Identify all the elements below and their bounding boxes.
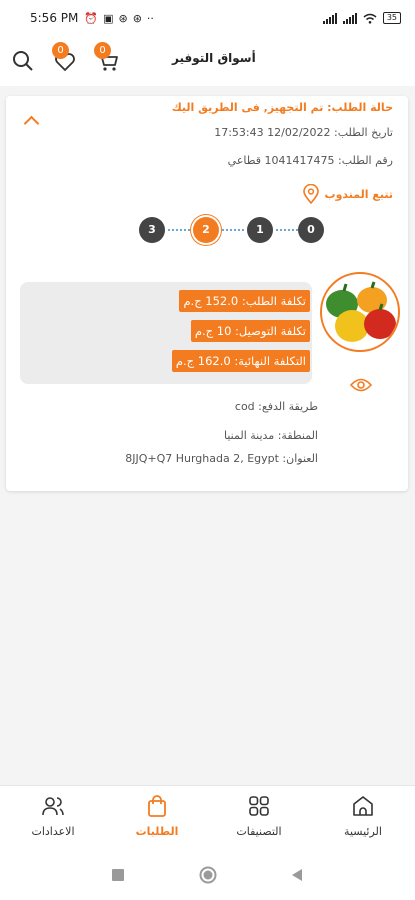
favorites-badge: 0 [52, 42, 69, 59]
search-icon[interactable] [12, 50, 34, 72]
nav-orders-label: الطلبات [135, 825, 179, 838]
nav-settings-label: الاعدادات [31, 825, 75, 838]
step-connector [222, 229, 244, 231]
nav-categories[interactable]: التصنيفات [214, 794, 304, 838]
progress-step-active: 2 [193, 217, 219, 243]
nav-home[interactable]: الرئيسية [318, 794, 408, 838]
cart-badge: 0 [94, 42, 111, 59]
battery-icon: 35 [382, 12, 401, 24]
delivery-address: العنوان: 8JJQ+Q7 Hurghada 2, Egypt [125, 452, 318, 465]
delivery-region: المنطقة: مدينة المنيا [224, 429, 318, 442]
favorites-button[interactable]: 0 [52, 42, 78, 74]
nav-orders[interactable]: الطلبات [112, 794, 202, 838]
collapse-chevron-icon[interactable] [23, 115, 40, 132]
total-cost: التكلفة النهائية: 162.0 ج.م [171, 350, 310, 372]
shopping-bag-icon [148, 795, 166, 817]
order-cost: تكلفة الطلب: 152.0 ج.م [179, 290, 310, 312]
order-card: حالة الطلب: تم التجهيز, فى الطريق اليك ت… [6, 96, 408, 491]
product-image [320, 272, 400, 352]
signal-icon [342, 12, 357, 24]
step-connector [168, 229, 190, 231]
progress-step: 3 [139, 217, 165, 243]
app-notification-icon: ⊛ [118, 11, 128, 25]
categories-grid-icon [249, 796, 269, 816]
app-title: أسواق التوفير [172, 51, 256, 65]
delivery-cost: تكلفة التوصيل: 10 ج.م [190, 320, 310, 342]
view-details-eye-icon[interactable] [350, 376, 372, 394]
status-left: 5:56 PM ⏰ ▣ ⊛ ⊛ ·· [30, 11, 154, 25]
nav-categories-label: التصنيفات [236, 825, 282, 838]
signal-icon [322, 12, 337, 24]
track-delivery-label: تتبع المندوب [324, 187, 393, 201]
back-triangle-icon[interactable] [290, 868, 304, 882]
track-delivery-link[interactable]: تتبع المندوب [302, 184, 393, 204]
progress-step: 1 [247, 217, 273, 243]
nav-settings[interactable]: الاعدادات [8, 794, 98, 838]
location-pin-icon [302, 184, 319, 204]
order-date: تاريخ الطلب: 12/02/2022 17:53:43 [214, 126, 393, 139]
status-bar: 5:56 PM ⏰ ▣ ⊛ ⊛ ·· 35 [0, 0, 415, 36]
status-right: 35 [322, 12, 401, 24]
cost-summary-box: تكلفة الطلب: 152.0 ج.م تكلفة التوصيل: 10… [20, 282, 312, 384]
nav-home-label: الرئيسية [344, 825, 382, 838]
app-header: 0 0 أسواق التوفير [0, 36, 415, 86]
alarm-icon: ⏰ [84, 11, 99, 25]
home-icon [353, 796, 373, 816]
home-circle-icon[interactable] [199, 866, 217, 884]
bell-peppers-image [326, 281, 396, 342]
notification-icons: ⏰ ▣ ⊛ ⊛ ·· [84, 12, 154, 25]
wifi-icon [363, 13, 377, 24]
users-settings-icon [42, 797, 64, 816]
system-nav-bar [0, 851, 415, 900]
status-time: 5:56 PM [30, 11, 79, 25]
app-notification-icon: ▣ [103, 11, 114, 25]
recents-square-icon[interactable] [111, 868, 125, 882]
step-connector [276, 229, 298, 231]
order-progress-steps: 3 2 1 0 [139, 217, 324, 243]
order-status: حالة الطلب: تم التجهيز, فى الطريق اليك [171, 101, 393, 114]
progress-step: 0 [298, 217, 324, 243]
cart-button[interactable]: 0 [94, 42, 122, 74]
order-number: رقم الطلب: 1041417475 قطاعي [227, 154, 393, 167]
app-notification-icon: ⊛ [132, 11, 142, 25]
bottom-nav: الاعدادات الطلبات التصنيفات الرئيسية [0, 785, 415, 851]
payment-method: طريقة الدفع: cod [234, 400, 318, 413]
more-notifications-icon: ·· [146, 11, 154, 25]
